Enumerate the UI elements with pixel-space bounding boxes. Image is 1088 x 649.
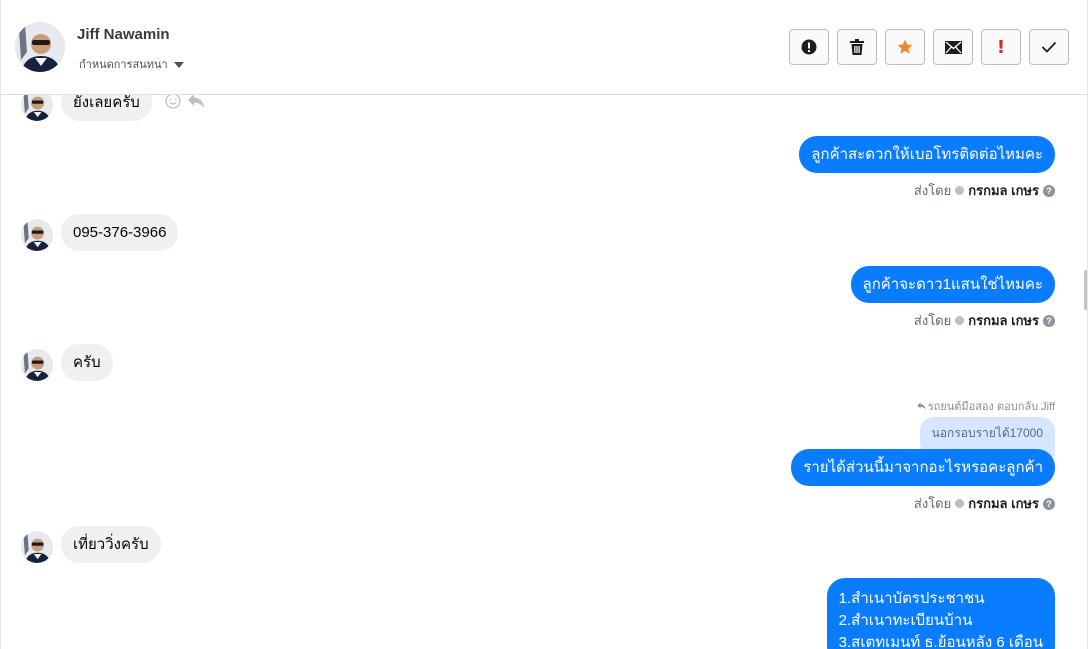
star-button[interactable]: [885, 29, 925, 65]
sent-by-info: ส่งโดย กรกมล เกษร ?: [914, 493, 1055, 514]
sent-by-label: ส่งโดย: [913, 313, 952, 328]
avatar: [21, 95, 53, 121]
avatar[interactable]: [15, 22, 65, 72]
incoming-message[interactable]: ครับ: [61, 344, 113, 381]
emoji-icon[interactable]: [165, 95, 181, 109]
outgoing-message[interactable]: 1.สำเนาบัตรประชาชน 2.สำเนาทะเบียนบ้าน 3.…: [826, 578, 1055, 649]
sender-name: กรกมล เกษร: [968, 313, 1039, 328]
sent-by-info: ส่งโดย กรกมล เกษร ?: [914, 310, 1055, 331]
status-dot-icon: [955, 499, 965, 508]
mark-done-button[interactable]: [1029, 29, 1069, 65]
reply-icon[interactable]: [187, 95, 205, 109]
header-toolbar: !: [789, 29, 1069, 65]
reply-context-label: รถยนต์มือสอง ตอบกลับ Jiff: [927, 401, 1055, 413]
help-icon[interactable]: ?: [1043, 184, 1055, 197]
message-actions: [165, 95, 205, 109]
outgoing-message[interactable]: ลูกค้าจะดาว1แสนใช่ไหมคะ: [850, 266, 1055, 303]
star-icon: [897, 39, 913, 54]
reply-context: รถยนต์มือสอง ตอบกลับ Jiff: [917, 397, 1055, 415]
status-dot-icon: [955, 316, 965, 325]
help-icon[interactable]: ?: [1043, 314, 1055, 327]
message-list[interactable]: ยังเลยครับ ลูกค้าสะดวกให้เบอโทรติดต่อไหม…: [1, 95, 1087, 649]
message-line: 3.สเตทเมนท์ ธ.ย้อนหลัง 6 เดือน: [838, 634, 1043, 649]
avatar: [21, 349, 53, 381]
avatar: [21, 219, 53, 251]
mark-important-button[interactable]: !: [981, 29, 1021, 65]
chat-window: Jiff Nawamin กำหนดการสนทนา ! ยังเลยครับ …: [0, 0, 1088, 649]
sender-name: กรกมล เกษร: [968, 496, 1039, 511]
conversation-settings-dropdown[interactable]: กำหนดการสนทนา: [79, 55, 184, 73]
email-button[interactable]: [933, 29, 973, 65]
reply-icon: [917, 402, 926, 410]
avatar: [21, 531, 53, 563]
status-dot-icon: [955, 186, 965, 195]
outgoing-message[interactable]: รายได้ส่วนนี้มาจากอะไรหรอคะลูกค้า: [791, 449, 1055, 486]
incoming-message[interactable]: ยังเลยครับ: [61, 95, 152, 121]
message-line: 1.สำเนาบัตรประชาชน: [838, 590, 985, 607]
mail-icon: [944, 40, 962, 54]
sent-by-info: ส่งโดย กรกมล เกษร ?: [914, 180, 1055, 201]
trash-icon: [850, 39, 864, 55]
incoming-message[interactable]: 095-376-3966: [61, 214, 179, 251]
sent-by-label: ส่งโดย: [913, 183, 952, 198]
sent-by-label: ส่งโดย: [913, 496, 952, 511]
exclamation-icon: !: [996, 36, 1006, 58]
scrollbar[interactable]: [1084, 270, 1087, 310]
outgoing-message[interactable]: ลูกค้าสะดวกให้เบอโทรติดต่อไหมคะ: [799, 136, 1055, 173]
delete-button[interactable]: [837, 29, 877, 65]
incoming-message[interactable]: เที่ยววิ่งครับ: [61, 526, 161, 563]
sender-name: กรกมล เกษร: [968, 183, 1039, 198]
conversation-settings-label: กำหนดการสนทนา: [79, 59, 168, 71]
report-button[interactable]: [789, 29, 829, 65]
conversation-header: Jiff Nawamin กำหนดการสนทนา !: [1, 0, 1087, 95]
help-icon[interactable]: ?: [1043, 497, 1055, 510]
contact-name: Jiff Nawamin: [77, 26, 170, 43]
message-line: 2.สำเนาทะเบียนบ้าน: [838, 612, 973, 629]
check-icon: [1041, 41, 1057, 53]
alert-circle-icon: [801, 39, 817, 55]
caret-down-icon: [173, 61, 184, 68]
